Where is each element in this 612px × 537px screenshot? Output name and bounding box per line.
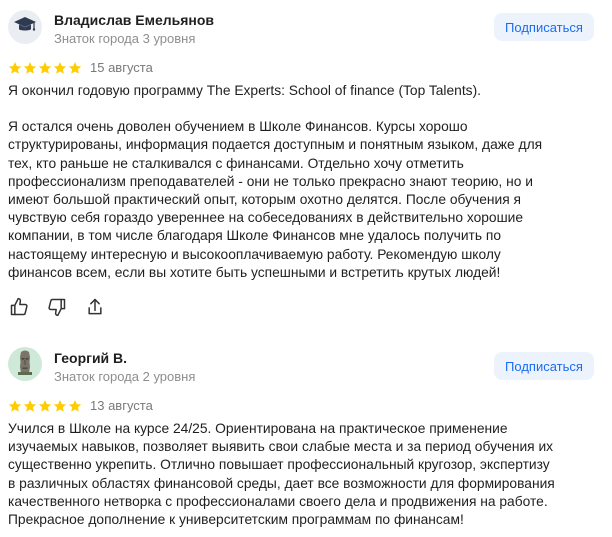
star-icon xyxy=(53,61,67,75)
review-paragraph: Учился в Школе на курсе 24/25. Ориентиро… xyxy=(8,421,555,528)
author-name[interactable]: Георгий В. xyxy=(54,350,127,366)
review-actions xyxy=(8,296,106,318)
review-date: 13 августа xyxy=(90,398,153,413)
star-icon xyxy=(38,61,52,75)
rating-stars xyxy=(8,61,82,75)
review-paragraph: Я остался очень доволен обучением в Школ… xyxy=(8,119,543,280)
moai-statue-icon xyxy=(13,349,37,380)
author-level: Знаток города 3 уровня xyxy=(54,31,196,46)
like-icon[interactable] xyxy=(8,296,30,318)
star-icon xyxy=(23,399,37,413)
star-icon xyxy=(38,399,52,413)
star-icon xyxy=(68,61,82,75)
review-date: 15 августа xyxy=(90,60,153,75)
graduation-cap-icon xyxy=(13,13,37,42)
avatar[interactable] xyxy=(8,10,42,44)
subscribe-button[interactable]: Подписаться xyxy=(494,13,594,41)
star-icon xyxy=(8,61,22,75)
share-icon[interactable] xyxy=(84,296,106,318)
star-icon xyxy=(68,399,82,413)
avatar[interactable] xyxy=(8,347,42,381)
rating-stars xyxy=(8,399,82,413)
review-text: Учился в Школе на курсе 24/25. Ориентиро… xyxy=(8,420,598,529)
author-name[interactable]: Владислав Емельянов xyxy=(54,12,214,28)
review-paragraph: Я окончил годовую программу The Experts:… xyxy=(8,83,482,98)
dislike-icon[interactable] xyxy=(46,296,68,318)
author-level: Знаток города 2 уровня xyxy=(54,369,196,384)
star-icon xyxy=(8,399,22,413)
star-icon xyxy=(53,399,67,413)
star-icon xyxy=(23,61,37,75)
review-text: Я окончил годовую программу The Experts:… xyxy=(8,82,598,282)
subscribe-button[interactable]: Подписаться xyxy=(494,352,594,380)
